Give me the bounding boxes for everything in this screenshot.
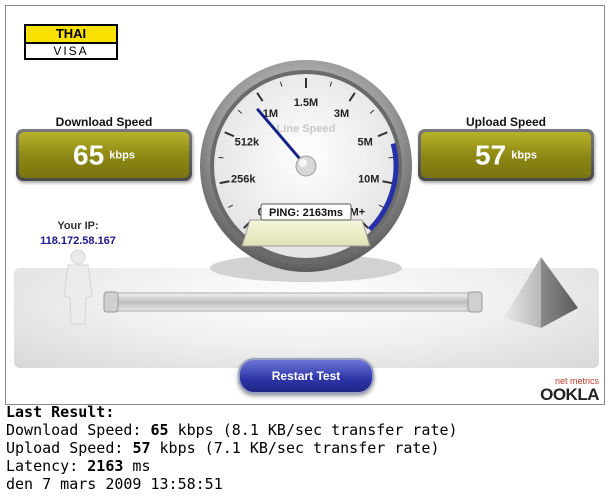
result-download-line: Download Speed: 65 kbps (8.1 KB/sec tran… (6, 421, 606, 439)
result-download-prefix: Download Speed: (6, 421, 151, 439)
ping-text: PING: 2163ms (269, 207, 343, 219)
gauge-tick-label: 3M (334, 108, 349, 120)
gauge-tick-label: 256k (231, 173, 256, 185)
last-result-heading: Last Result: (6, 403, 115, 421)
needle-hub-highlight (299, 159, 307, 167)
bar-right-cap (467, 291, 483, 313)
server-pyramid-icon (504, 257, 578, 328)
result-latency-value: 2163 (87, 457, 124, 475)
result-upload-value: 57 (132, 439, 151, 457)
result-latency-line: Latency: 2163 ms (6, 457, 606, 475)
result-date: den 7 mars 2009 13:58:51 (6, 475, 223, 493)
connection-bar (105, 292, 479, 312)
gauge-tick-label: 10M (358, 173, 379, 185)
gauge-tick-label: 512k (235, 137, 260, 149)
needle-hub (295, 155, 317, 177)
result-latency-suffix: ms (123, 457, 151, 475)
speedtest-panel: THAI VISA Download Speed 65 kbps Upload … (5, 5, 605, 405)
last-result-section: Last Result: Download Speed: 65 kbps (8.… (6, 403, 606, 493)
result-upload-suffix: kbps (7.1 KB/sec transfer rate) (150, 439, 440, 457)
bar-left-cap (103, 291, 119, 313)
result-upload-prefix: Upload Speed: (6, 439, 133, 457)
gauge-tick-label: 5M (357, 137, 372, 149)
result-upload-line: Upload Speed: 57 kbps (7.1 KB/sec transf… (6, 439, 606, 457)
gauge-tick-label: 1.5M (294, 97, 318, 109)
gauge-scene: 0256k512k1M1.5M3M5M10M20M+ Line Speed PI… (63, 60, 578, 328)
result-download-value: 65 (150, 421, 169, 439)
result-download-suffix: kbps (8.1 KB/sec transfer rate) (168, 421, 458, 439)
user-icon (63, 249, 93, 325)
ookla-wordmark: OOKLA (540, 385, 599, 404)
ping-window (241, 219, 371, 247)
gauge-title: Line Speed (277, 123, 336, 135)
result-latency-prefix: Latency: (6, 457, 88, 475)
ookla-logo: net metrics OOKLA (533, 376, 601, 404)
restart-test-button[interactable]: Restart Test (238, 358, 374, 394)
